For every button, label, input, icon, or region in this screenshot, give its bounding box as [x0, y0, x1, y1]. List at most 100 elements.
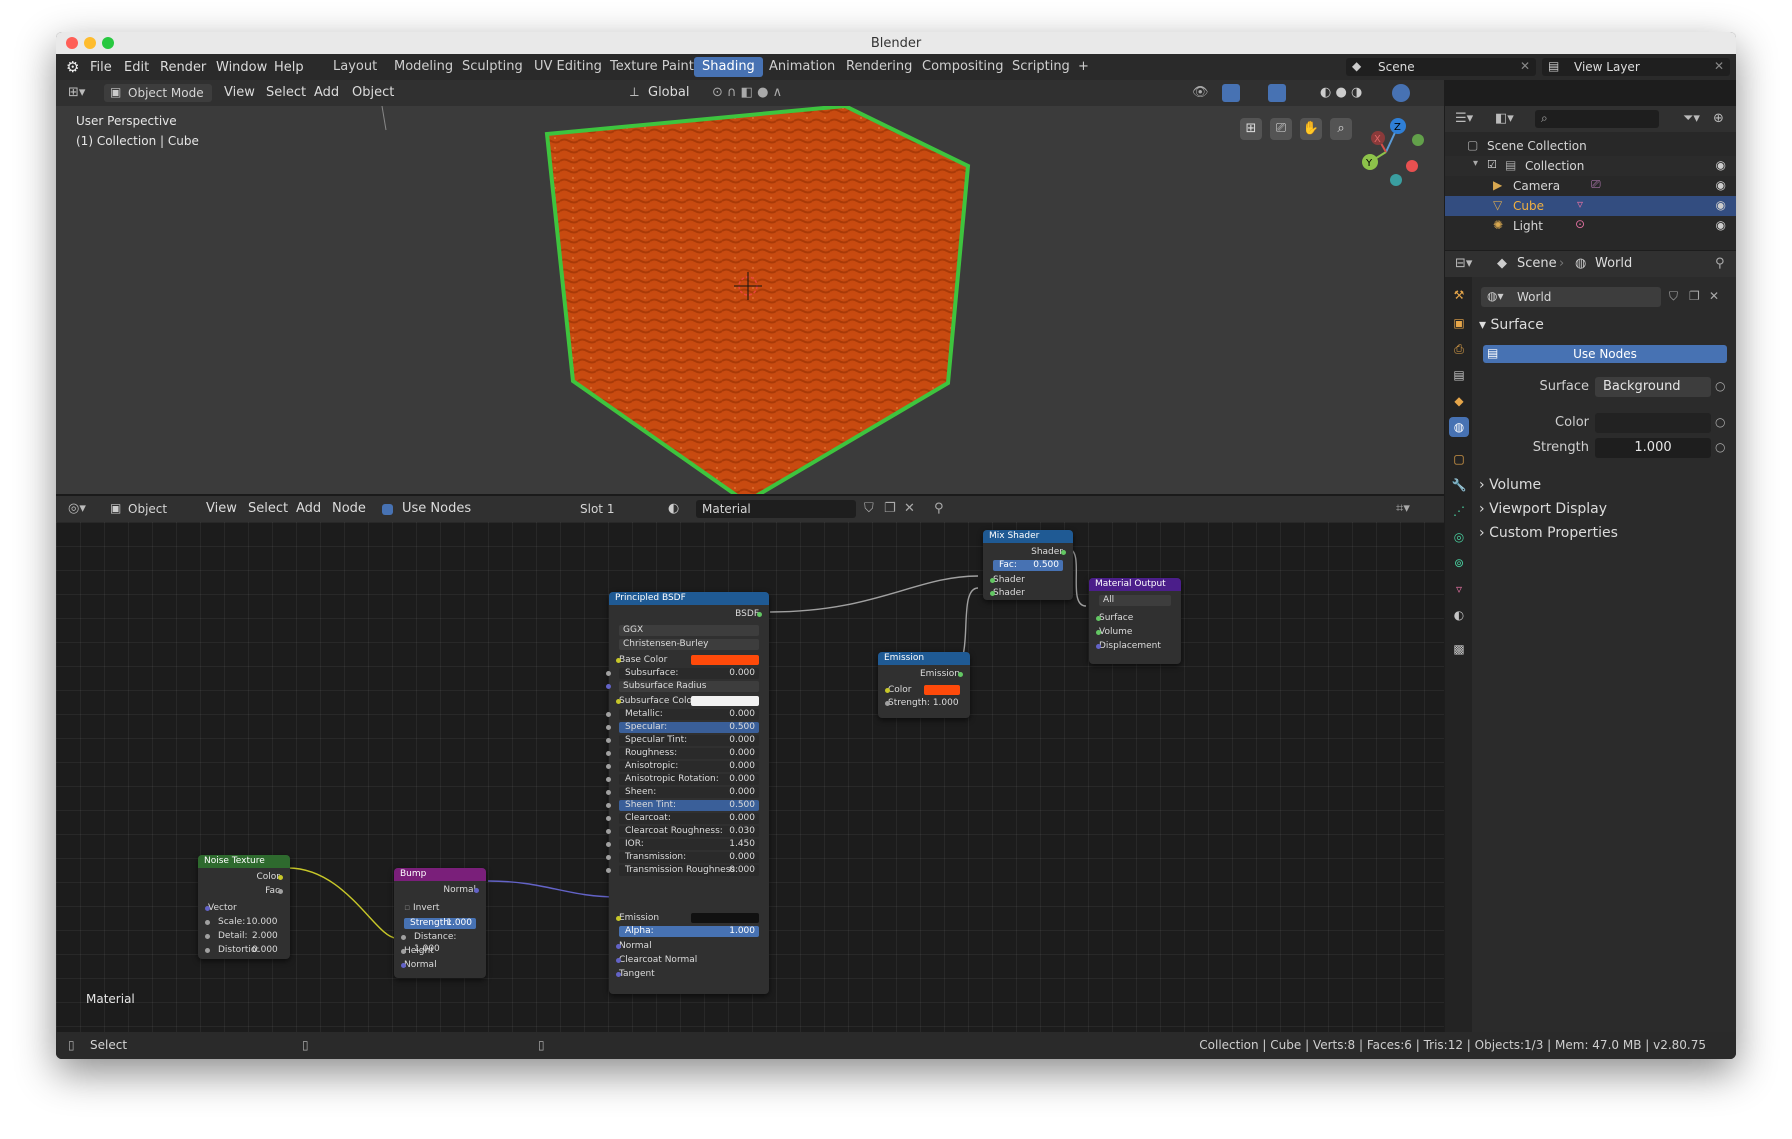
scene-tab-icon[interactable]: ◆ — [1449, 391, 1469, 411]
use-nodes-button[interactable]: ▤ Use Nodes — [1483, 345, 1727, 363]
editor-type-icon[interactable]: ◎▾ — [68, 501, 86, 516]
breadcrumb-world[interactable]: World — [1595, 256, 1632, 271]
eye-icon[interactable]: ◉ — [1716, 198, 1726, 212]
tab-animation[interactable]: Animation — [761, 57, 843, 77]
tab-layout[interactable]: Layout — [325, 57, 385, 77]
shader-output-socket[interactable] — [1061, 550, 1066, 555]
material-output-node[interactable]: Material Output All Surface Volume Displ… — [1089, 578, 1181, 664]
subsurface-method-dropdown[interactable]: Christensen-Burley — [619, 639, 759, 650]
noise-distortion-field[interactable]: Distortio: 0.000 — [205, 944, 280, 956]
bump-node[interactable]: Bump Normal ▫ Invert Strength: 1.000 Dis… — [394, 868, 486, 978]
tab-uv-editing[interactable]: UV Editing — [526, 57, 610, 77]
breadcrumb-scene[interactable]: Scene — [1517, 256, 1557, 271]
strength-field[interactable]: 1.000 — [1595, 438, 1711, 458]
close-icon[interactable]: ✕ — [1520, 59, 1530, 73]
bsdf-param-slider[interactable]: Specular: 0.500 — [606, 722, 759, 733]
object-data-tab-icon[interactable]: ▿ — [1449, 579, 1469, 599]
bsdf-param-slider[interactable]: Subsurface: 0.000 — [606, 668, 759, 679]
emission-node[interactable]: Emission Emission Color Strength: 1.000 — [878, 652, 970, 718]
material-name-field[interactable]: Material — [696, 500, 856, 518]
viewport-display-section-header[interactable]: › Viewport Display — [1479, 501, 1607, 517]
filter-icon[interactable]: ⏷▾ — [1683, 111, 1700, 126]
menu-file[interactable]: File — [90, 60, 112, 75]
editor-type-icon[interactable]: ⊞▾ — [68, 85, 85, 100]
eye-icon[interactable]: ◉ — [1716, 218, 1726, 232]
tab-sculpting[interactable]: Sculpting — [454, 57, 531, 77]
slot-selector[interactable]: Slot 1 — [576, 500, 650, 518]
mix-fac-slider[interactable]: Fac: 0.500 — [993, 560, 1063, 571]
outliner-item-camera[interactable]: ▶ Camera ⎚ ◉ — [1445, 176, 1736, 196]
eye-icon[interactable]: ◉ — [1716, 178, 1726, 192]
link-socket-icon[interactable]: ○ — [1715, 415, 1725, 429]
principled-bsdf-node[interactable]: Principled BSDF BSDF GGX Christensen-Bur… — [606, 592, 769, 994]
render-tab-icon[interactable]: ▣ — [1449, 313, 1469, 333]
emission-color-swatch[interactable] — [924, 685, 960, 695]
add-workspace-button[interactable]: + — [1070, 57, 1097, 77]
viewport-menu-select[interactable]: Select — [266, 85, 306, 100]
close-icon[interactable]: ✕ — [1714, 59, 1724, 73]
pin-icon[interactable]: ⚲ — [934, 501, 944, 516]
volume-section-header[interactable]: › Volume — [1479, 477, 1541, 493]
pan-hand-icon[interactable]: ✋ — [1300, 118, 1322, 140]
scene-selector[interactable]: ◆ Scene ✕ — [1346, 58, 1536, 76]
subsurface-color-swatch[interactable] — [691, 696, 759, 706]
outliner-item-light[interactable]: ✺ Light ⊙ ◉ — [1445, 216, 1736, 236]
alpha-slider[interactable]: Alpha: 1.000 — [619, 926, 759, 937]
bsdf-param-slider[interactable]: Sheen Tint: 0.500 — [606, 800, 759, 811]
mix-shader-node[interactable]: Mix Shader Shader Fac: 0.500 Shader Shad… — [983, 530, 1073, 600]
node-menu-node[interactable]: Node — [332, 501, 366, 516]
constraints-tab-icon[interactable]: ⊚ — [1449, 553, 1469, 573]
world-tab-icon[interactable]: ◍ — [1449, 417, 1469, 437]
outliner-collection[interactable]: ▾ ☑ ▤ Collection ◉ — [1445, 156, 1736, 176]
shading-modes-icon[interactable]: ◐ ● ◑ — [1320, 85, 1362, 100]
noise-detail-field[interactable]: Detail: 2.000 — [205, 930, 280, 942]
base-color-swatch[interactable] — [691, 655, 759, 665]
rendered-shading-button[interactable] — [1392, 84, 1410, 102]
duplicate-icon[interactable]: ❐ — [1689, 289, 1700, 303]
menu-edit[interactable]: Edit — [124, 60, 149, 75]
view-layer-tab-icon[interactable]: ▤ — [1449, 365, 1469, 385]
object-tab-icon[interactable]: ▢ — [1449, 449, 1469, 469]
editor-type-icon[interactable]: ☰▾ — [1455, 111, 1473, 126]
shader-type-selector[interactable]: ▣ Object — [104, 500, 196, 518]
bsdf-param-slider[interactable]: Anisotropic: 0.000 — [606, 761, 759, 772]
fake-user-shield-icon[interactable]: ⛉ — [864, 501, 874, 516]
checkbox-icon[interactable]: ☑ — [1487, 158, 1497, 171]
tab-modeling[interactable]: Modeling — [386, 57, 461, 77]
bsdf-param-slider[interactable]: Anisotropic Rotation: 0.000 — [606, 774, 759, 785]
view-layer-selector[interactable]: ▤ View Layer ✕ — [1542, 58, 1730, 76]
tool-tab-icon[interactable]: ⚒ — [1449, 285, 1469, 305]
particles-tab-icon[interactable]: ⋰ — [1449, 501, 1469, 521]
menu-window[interactable]: Window — [216, 60, 267, 75]
material-icon[interactable]: ▿ — [1577, 197, 1583, 211]
gizmo-toggle-button[interactable] — [1222, 84, 1240, 102]
eye-icon[interactable]: ◉ — [1716, 158, 1726, 172]
camera-view-icon[interactable]: ⎚ — [1270, 118, 1292, 140]
node-menu-add[interactable]: Add — [296, 501, 321, 516]
bump-strength-slider[interactable]: Strength: 1.000 — [404, 918, 476, 929]
link-socket-icon[interactable]: ○ — [1715, 440, 1725, 454]
pivot-icon[interactable]: ⊙ ∩ ◧ ● ∧ — [712, 85, 782, 100]
snap-icon[interactable]: ⌗▾ — [1396, 501, 1410, 516]
tab-texture-paint[interactable]: Texture Paint — [602, 57, 702, 77]
outliner-item-cube[interactable]: ▽ Cube ▿ ◉ — [1445, 196, 1736, 216]
editor-type-icon[interactable]: ⊟▾ — [1455, 256, 1472, 271]
node-editor-canvas[interactable]: Mix Shader Shader Fac: 0.500 Shader Shad… — [56, 522, 1444, 1032]
bump-distance-field[interactable]: Distance: 1.000 — [401, 931, 476, 954]
tab-scripting[interactable]: Scripting — [1004, 57, 1078, 77]
close-icon[interactable]: ✕ — [904, 501, 915, 516]
subsurface-radius-dropdown[interactable]: Subsurface Radius — [606, 681, 759, 692]
bsdf-param-slider[interactable]: Roughness: 0.000 — [606, 748, 759, 759]
camera-data-icon[interactable]: ⎚ — [1591, 177, 1601, 192]
expand-arrow-icon[interactable]: ▾ — [1473, 158, 1478, 169]
distribution-dropdown[interactable]: GGX — [619, 625, 759, 636]
visibility-icon[interactable]: 👁 — [1192, 85, 1209, 100]
navigation-gizmo[interactable]: Z Y X — [1346, 112, 1436, 192]
light-data-icon[interactable]: ⊙ — [1575, 217, 1585, 231]
node-menu-view[interactable]: View — [206, 501, 237, 516]
output-target-dropdown[interactable]: All — [1099, 595, 1171, 606]
grid-view-icon[interactable]: ⊞ — [1240, 118, 1262, 140]
bsdf-param-slider[interactable]: Clearcoat Roughness: 0.030 — [606, 826, 759, 837]
tab-compositing[interactable]: Compositing — [914, 57, 1012, 77]
mode-selector[interactable]: ▣ Object Mode — [104, 84, 212, 102]
